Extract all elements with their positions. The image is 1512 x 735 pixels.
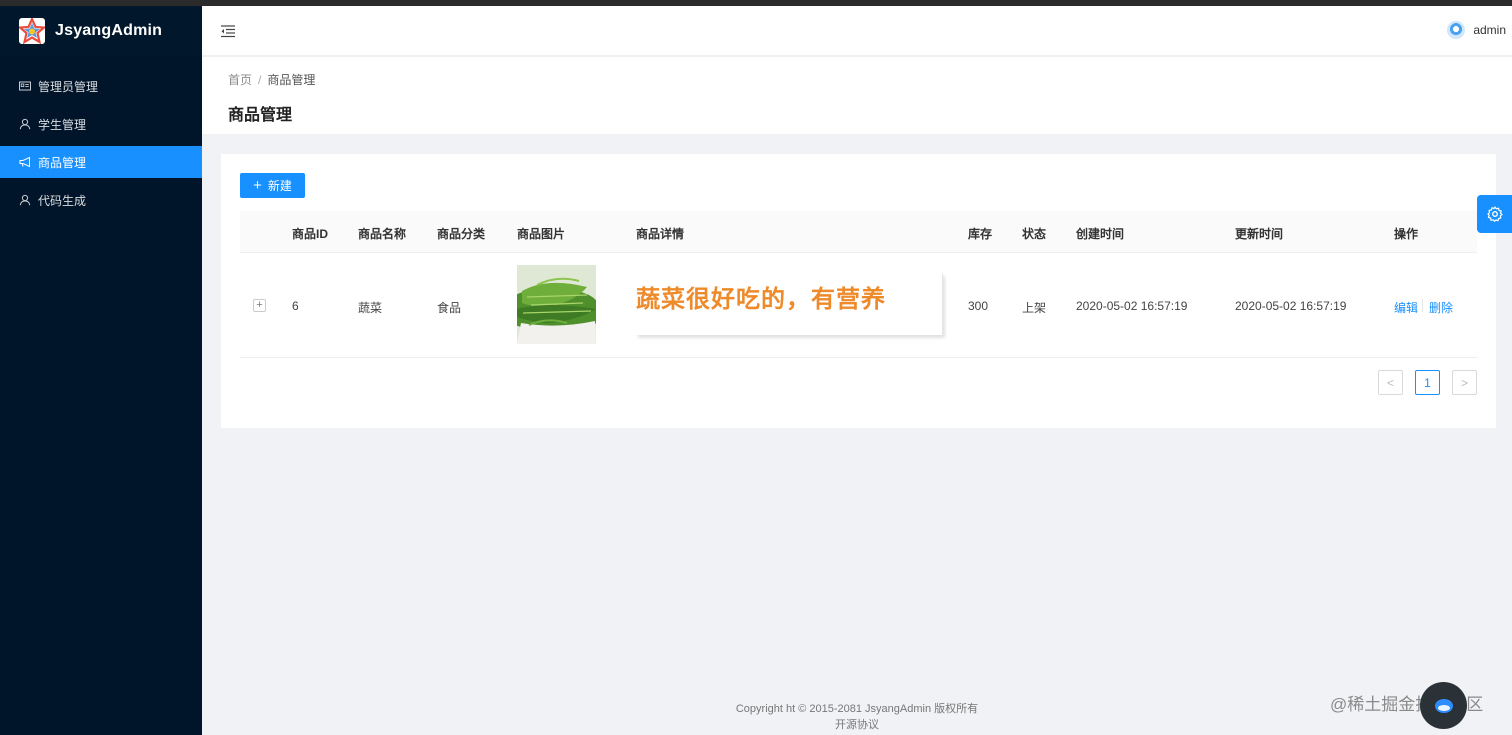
cell-category: 食品 [437, 301, 462, 315]
column-header-stock: 库存 [968, 227, 993, 241]
product-table: 商品ID 商品名称 商品分类 商品图片 商品详情 库存 状态 创建时间 更新时间… [240, 211, 1477, 358]
user-icon [19, 118, 31, 130]
username: admin [1473, 23, 1506, 37]
cell-detail: 蔬菜很好吃的，有营养 [636, 286, 886, 313]
breadcrumb: 首页 / 商品管理 [228, 71, 315, 88]
cell-updated: 2020-05-02 16:57:19 [1235, 299, 1347, 313]
edit-link[interactable]: 编辑 [1394, 299, 1418, 316]
pagination-prev-button[interactable]: < [1378, 370, 1403, 395]
sidebar-item-label: 代码生成 [38, 193, 87, 208]
sidebar-item-label: 商品管理 [38, 155, 87, 170]
license-link[interactable]: 开源协议 [202, 717, 1512, 733]
sidebar-item-product-management[interactable]: 商品管理 [0, 146, 202, 178]
cell-name: 蔬菜 [358, 301, 383, 315]
footer: Copyright ht © 2015-2081 JsyangAdmin 版权所… [202, 701, 1512, 733]
app-title: JsyangAdmin [55, 22, 163, 39]
column-header-status: 状态 [1022, 227, 1047, 241]
id-card-icon [19, 80, 31, 92]
logo-icon [19, 18, 45, 44]
detail-content: 蔬菜很好吃的，有营养 [636, 273, 943, 335]
breadcrumb-separator: / [258, 73, 262, 87]
pagination-page-1[interactable]: 1 [1415, 370, 1440, 395]
table-header: 商品ID 商品名称 商品分类 商品图片 商品详情 库存 状态 创建时间 更新时间… [240, 211, 1477, 253]
new-button[interactable]: + 新建 [240, 173, 305, 198]
sidebar: JsyangAdmin 管理员管理 学生管理 商品管理 代码生成 [0, 6, 202, 735]
column-header-name: 商品名称 [358, 227, 407, 241]
bubble-icon [1434, 698, 1453, 713]
sidebar-item-label: 学生管理 [38, 117, 87, 132]
action-divider [1422, 299, 1423, 312]
cell-created: 2020-05-02 16:57:19 [1076, 299, 1188, 313]
page-header: 首页 / 商品管理 商品管理 [202, 56, 1512, 134]
page-title: 商品管理 [228, 107, 293, 124]
new-button-label: 新建 [267, 179, 292, 193]
column-header-detail: 商品详情 [636, 227, 685, 241]
row-expand-button[interactable]: + [253, 299, 266, 312]
copyright-text: Copyright ht © 2015-2081 JsyangAdmin 版权所… [735, 703, 979, 715]
sidebar-menu: 管理员管理 学生管理 商品管理 代码生成 [0, 70, 202, 216]
table-row: + 6 蔬菜 食品 蔬菜很好吃的，有营养 300 上架 2020-05-02 1… [240, 253, 1477, 358]
cell-status: 上架 [1022, 301, 1047, 315]
breadcrumb-home[interactable]: 首页 [228, 73, 252, 87]
sidebar-item-student-management[interactable]: 学生管理 [0, 108, 202, 140]
gear-icon [1486, 206, 1503, 222]
pagination: < 1 > [1378, 370, 1477, 395]
avatar [1447, 21, 1466, 39]
cell-id: 6 [292, 299, 299, 313]
settings-drawer-button[interactable] [1477, 195, 1512, 233]
column-header-category: 商品分类 [437, 227, 486, 241]
pagination-next-button[interactable]: > [1452, 370, 1477, 395]
column-header-created: 创建时间 [1076, 227, 1125, 241]
megaphone-icon [19, 156, 31, 168]
user-icon [19, 194, 31, 206]
delete-link[interactable]: 删除 [1429, 299, 1453, 316]
content-card: + 新建 商品ID 商品名称 商品分类 商品图片 商品详情 库存 状态 创建时间… [221, 154, 1496, 428]
column-header-id: 商品ID [292, 227, 329, 241]
user-menu[interactable]: admin [1447, 21, 1506, 39]
back-to-top-button[interactable] [1420, 682, 1467, 729]
sidebar-item-label: 管理员管理 [38, 79, 99, 94]
logo[interactable]: JsyangAdmin [0, 6, 202, 56]
column-header-actions: 操作 [1394, 227, 1419, 241]
sidebar-item-admin-management[interactable]: 管理员管理 [0, 70, 202, 102]
cell-stock: 300 [968, 299, 989, 313]
breadcrumb-current: 商品管理 [267, 73, 316, 87]
chevron-right-icon: > [1460, 375, 1468, 390]
column-header-updated: 更新时间 [1235, 227, 1284, 241]
column-header-image: 商品图片 [517, 227, 566, 241]
menu-fold-icon[interactable] [220, 23, 236, 39]
plus-icon: + [253, 177, 262, 194]
product-image[interactable] [517, 265, 596, 344]
sidebar-item-code-generation[interactable]: 代码生成 [0, 184, 202, 216]
top-header: admin [202, 6, 1512, 56]
chevron-left-icon: < [1386, 375, 1394, 390]
